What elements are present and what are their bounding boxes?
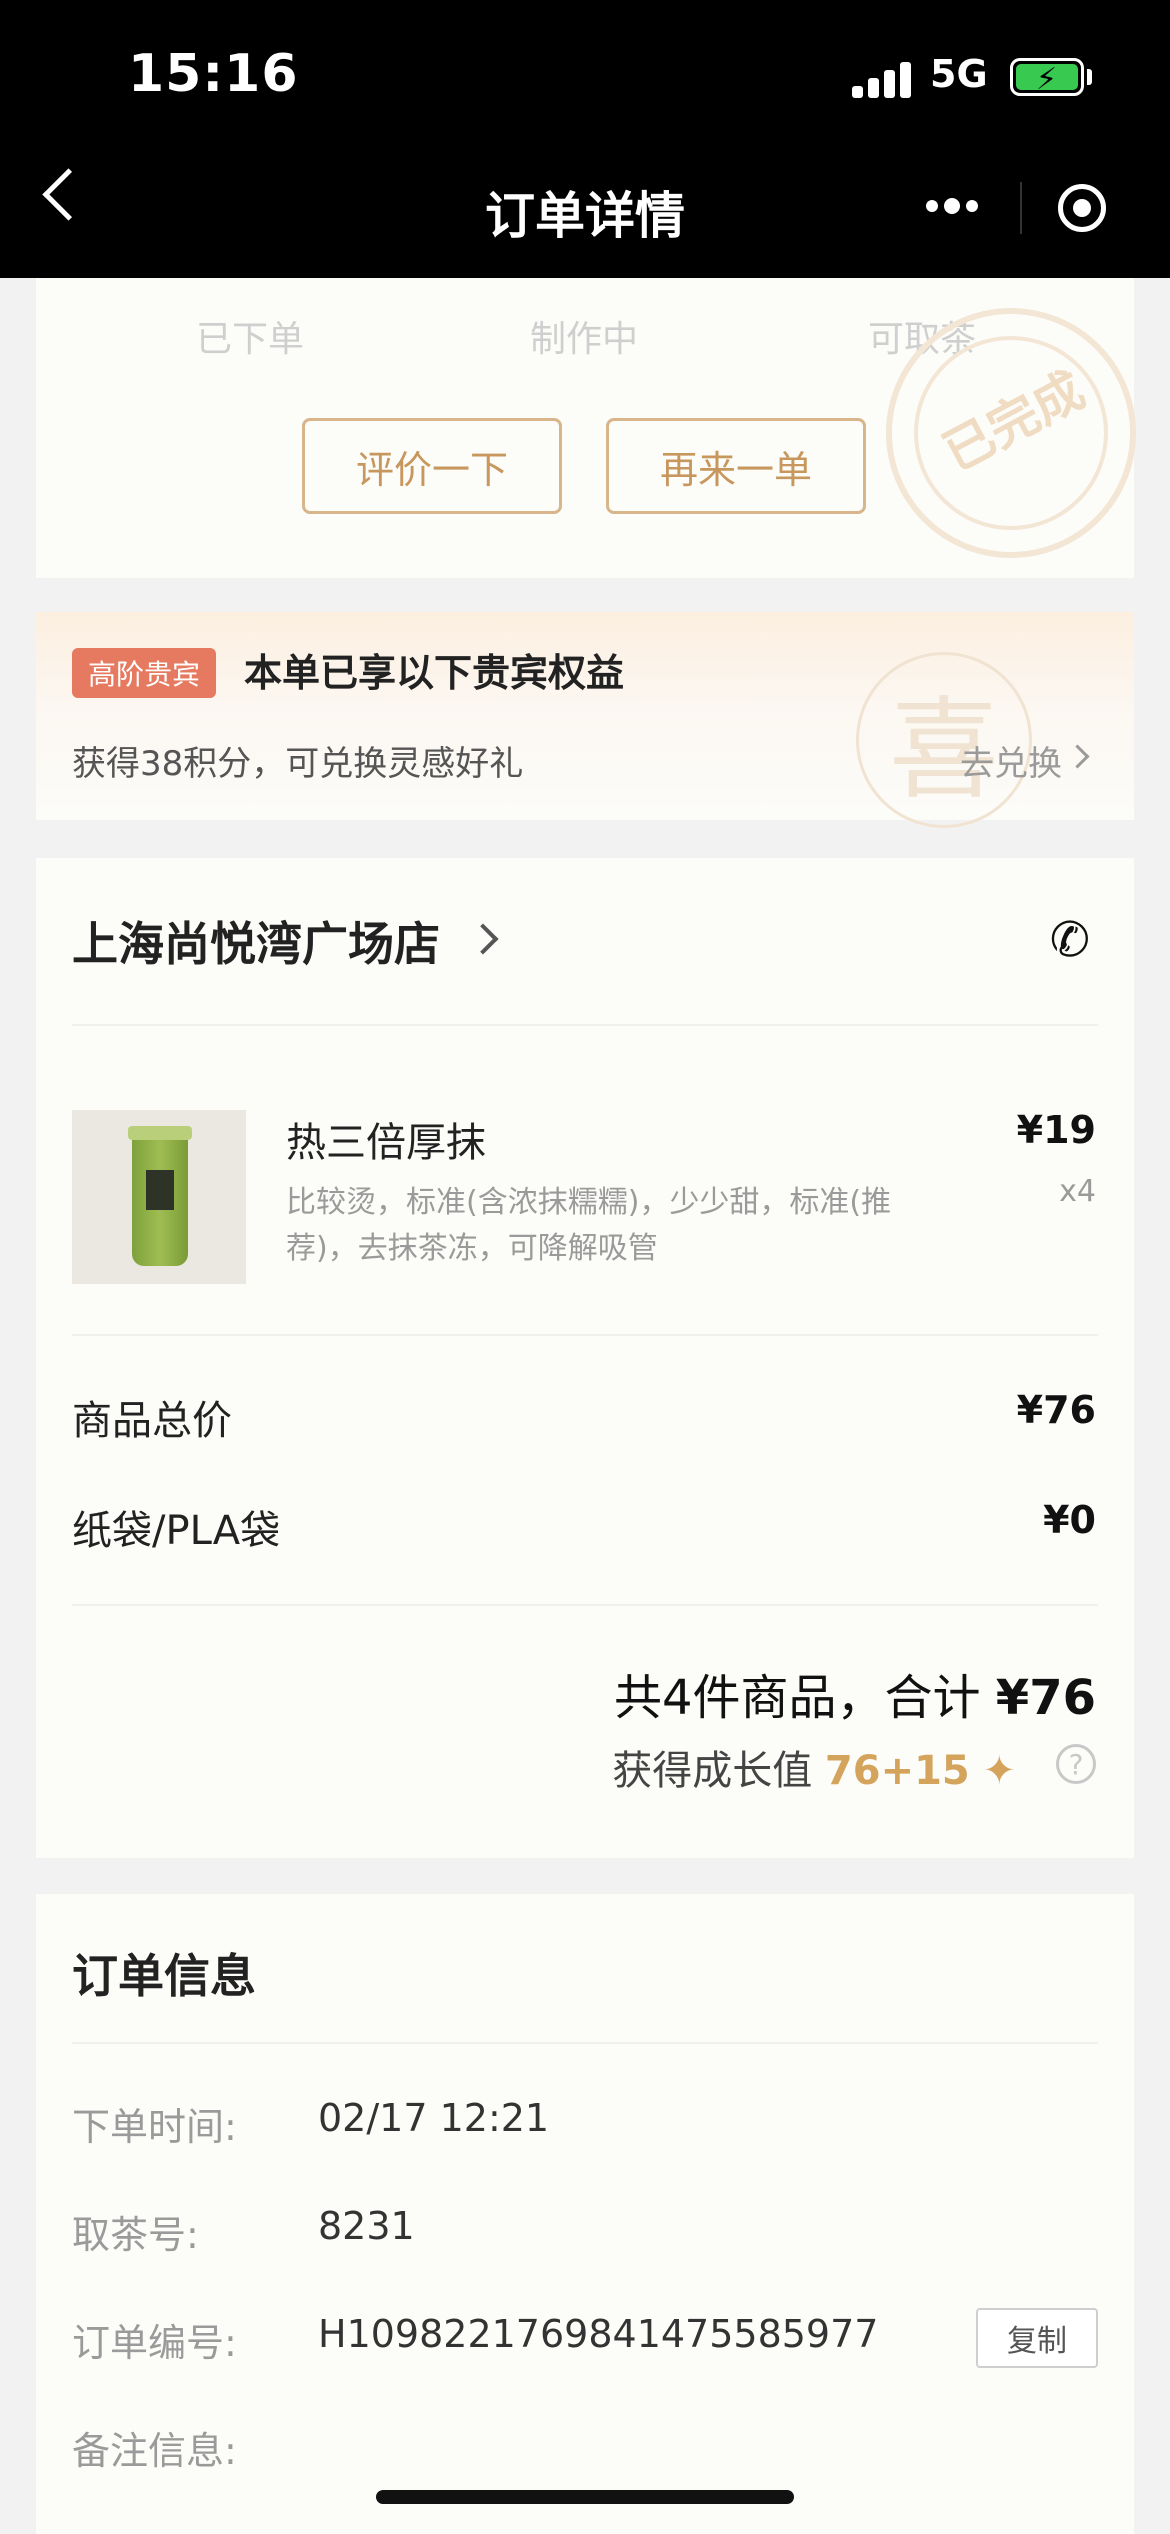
subtotal-value: ¥76: [1016, 1388, 1096, 1432]
redeem-link[interactable]: 去兑换: [960, 736, 1062, 785]
order-time-label: 下单时间:: [72, 2105, 237, 2149]
info-title: 订单信息: [72, 1949, 256, 2003]
completed-stamp: 已完成: [886, 308, 1136, 558]
help-icon[interactable]: ?: [1056, 1744, 1096, 1784]
vip-benefits-card[interactable]: 喜 高阶贵宾 本单已享以下贵宾权益 获得38积分，可兑换灵感好礼 去兑换: [36, 612, 1134, 828]
pickup-number-label: 取茶号:: [72, 2213, 199, 2257]
chevron-right-icon[interactable]: [467, 923, 499, 955]
vip-badge: 高阶贵宾: [72, 648, 217, 698]
growth-label: 获得成长值: [612, 1748, 813, 1794]
pickup-number-value: 8231: [318, 2204, 415, 2248]
remark-label: 备注信息:: [72, 2429, 237, 2473]
growth-value: 76+15: [824, 1748, 970, 1794]
product-price: ¥19: [1016, 1108, 1096, 1152]
product-options: 比较烫，标准(含浓抹糯糯)，少少甜，标准(推荐)，去抹茶冻，可降解吸管: [286, 1185, 892, 1266]
total-value: ¥76: [995, 1670, 1096, 1726]
order-progress-card: 已下单 制作中 可取茶 已完成 评价一下 再来一单: [36, 278, 1136, 578]
vip-points-text: 获得38积分，可兑换灵感好礼: [72, 744, 524, 784]
phone-icon[interactable]: ✆: [1050, 912, 1090, 968]
battery-tip: [1087, 69, 1092, 85]
product-image: [72, 1110, 246, 1284]
bag-value: ¥0: [1043, 1498, 1096, 1542]
copy-button[interactable]: 复制: [976, 2308, 1098, 2368]
vip-title: 本单已享以下贵宾权益: [244, 651, 625, 695]
capsule-divider: [1020, 182, 1022, 234]
order-items-card: 上海尚悦湾广场店 ✆ 热三倍厚抹 比较烫，标准(含浓抹糯糯)，少少甜，标准(推荐…: [36, 858, 1134, 1858]
order-number-value: H1098221769841475585977: [318, 2312, 879, 2356]
signal-icon: [852, 62, 916, 98]
product-quantity: x4: [1059, 1174, 1096, 1209]
total-prefix: 共4件商品，合计: [613, 1670, 981, 1726]
more-dots-icon[interactable]: [926, 194, 986, 214]
step-ordered: 已下单: [196, 319, 305, 360]
store-name[interactable]: 上海尚悦湾广场店: [72, 908, 440, 974]
divider: [72, 2042, 1098, 2044]
divider: [72, 1334, 1098, 1336]
bag-label: 纸袋/PLA袋: [72, 1508, 281, 1554]
divider: [72, 1024, 1098, 1026]
order-info-card: 订单信息 下单时间: 02/17 12:21 取茶号: 8231 订单编号: H…: [36, 1894, 1134, 2534]
product-name: 热三倍厚抹: [286, 1120, 486, 1166]
review-button[interactable]: 评价一下: [302, 418, 562, 514]
growth-value-row: 获得成长值 76+15 ✦: [612, 1738, 1016, 1796]
subtotal-label: 商品总价: [72, 1398, 232, 1444]
home-indicator[interactable]: [376, 2490, 794, 2504]
close-target-icon[interactable]: [1058, 184, 1106, 232]
top-bar: 15:16 5G ⚡ 订单详情: [0, 0, 1170, 278]
order-time-value: 02/17 12:21: [318, 2096, 550, 2140]
divider: [72, 1604, 1098, 1606]
order-total: 共4件商品，合计 ¥76: [614, 1658, 1096, 1728]
sparkle-icon: ✦: [982, 1748, 1016, 1794]
network-type: 5G: [930, 52, 988, 96]
chevron-right-icon: [1065, 744, 1090, 769]
mini-program-capsule: [900, 168, 1140, 248]
reorder-button[interactable]: 再来一单: [606, 418, 866, 514]
step-making: 制作中: [530, 319, 639, 360]
battery-icon: ⚡: [1010, 58, 1084, 97]
order-number-label: 订单编号:: [72, 2321, 237, 2365]
status-time: 15:16: [128, 44, 299, 104]
